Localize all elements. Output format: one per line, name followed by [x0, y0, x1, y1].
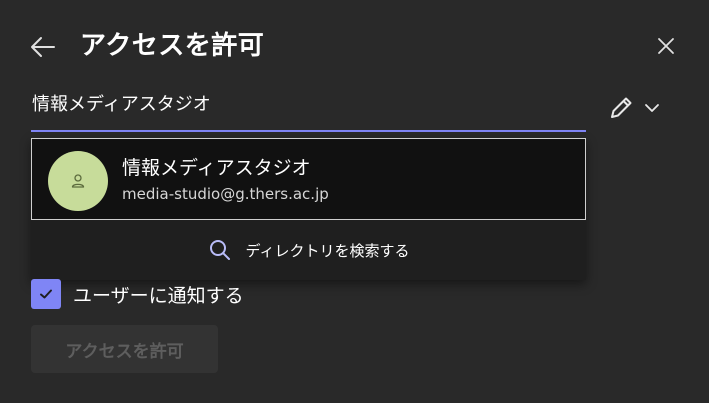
permission-dropdown-button[interactable] [608, 92, 672, 124]
close-icon [658, 38, 674, 54]
person-icon [71, 174, 85, 188]
dialog-title: アクセスを許可 [80, 31, 265, 61]
chevron-down-icon [645, 104, 659, 112]
notify-users-option: ユーザーに通知する [31, 278, 244, 310]
suggestion-name: 情報メディアスタジオ [122, 157, 311, 179]
search-input-value: 情報メディアスタジオ [32, 94, 211, 115]
share-access-dialog: アクセスを許可 情報メディアスタジオ 情報メディアスタジオ media-stud… [0, 0, 709, 403]
close-button[interactable] [652, 32, 680, 60]
notify-label: ユーザーに通知する [73, 284, 244, 307]
avatar [48, 151, 108, 211]
arrow-left-icon [31, 37, 55, 57]
suggestion-email: media-studio@g.thers.ac.jp [122, 185, 329, 203]
people-search-input[interactable]: 情報メディアスタジオ [31, 88, 586, 132]
grant-access-button[interactable]: アクセスを許可 [31, 325, 218, 373]
notify-checkbox[interactable] [31, 279, 61, 309]
suggestion-item[interactable]: 情報メディアスタジオ media-studio@g.thers.ac.jp [31, 138, 586, 220]
suggestion-dropdown: 情報メディアスタジオ media-studio@g.thers.ac.jp ディ… [31, 138, 586, 280]
checkmark-icon [40, 289, 52, 299]
search-icon [209, 240, 230, 260]
search-directory-button[interactable]: ディレクトリを検索する [31, 220, 586, 280]
search-directory-label: ディレクトリを検索する [245, 241, 410, 260]
back-button[interactable] [28, 32, 58, 62]
pencil-icon [611, 97, 632, 118]
